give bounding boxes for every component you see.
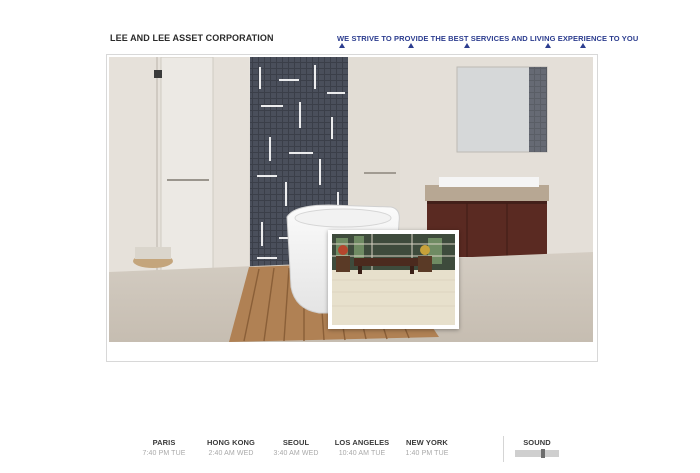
clock-time: 1:40 PM TUE bbox=[405, 450, 449, 457]
nav-marker-icon[interactable] bbox=[545, 43, 551, 48]
tagline: WE STRIVE TO PROVIDE THE BEST SERVICES A… bbox=[337, 34, 639, 43]
tagline-markers bbox=[0, 43, 700, 51]
company-logo[interactable]: LEE AND LEE ASSET CORPORATION bbox=[110, 33, 274, 43]
nav-marker-icon[interactable] bbox=[408, 43, 414, 48]
sound-slider[interactable] bbox=[515, 449, 559, 458]
sound-slider-handle[interactable] bbox=[541, 449, 545, 458]
nav-marker-icon[interactable] bbox=[580, 43, 586, 48]
nav-marker-icon[interactable] bbox=[464, 43, 470, 48]
footer-divider bbox=[503, 436, 504, 462]
sound-control: SOUND bbox=[514, 438, 560, 458]
sound-label: SOUND bbox=[523, 438, 551, 447]
clock-city: NEW YORK bbox=[406, 438, 448, 447]
inset-thumbnail[interactable] bbox=[328, 230, 459, 329]
nav-marker-icon[interactable] bbox=[339, 43, 345, 48]
clock-new-york: NEW YORK 1:40 PM TUE bbox=[382, 438, 472, 457]
world-clocks: PARIS 7:40 PM TUE HONG KONG 2:40 AM WED … bbox=[0, 438, 700, 468]
